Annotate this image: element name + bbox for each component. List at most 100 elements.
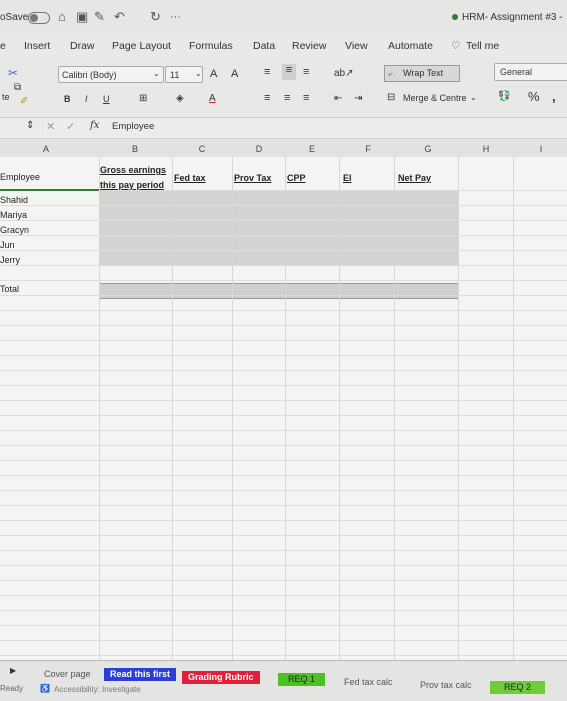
percent-button[interactable]: % xyxy=(528,89,540,104)
edit-icon[interactable]: ✎ xyxy=(94,9,105,25)
column-header-e[interactable]: E xyxy=(306,144,318,154)
row-gridline xyxy=(0,565,567,566)
column-gridline xyxy=(339,157,340,660)
row-gridline xyxy=(0,325,567,326)
employee-name[interactable]: Shahid xyxy=(0,195,28,205)
row-gridline xyxy=(0,520,567,521)
tab-view[interactable]: View xyxy=(345,40,368,52)
tab-formulas[interactable]: Formulas xyxy=(189,40,233,52)
fill-color-icon[interactable]: ◈ xyxy=(176,93,184,104)
employee-name[interactable]: Gracyn xyxy=(0,225,29,235)
tab-insert[interactable]: Insert xyxy=(24,40,50,52)
column-header-a[interactable]: A xyxy=(40,144,52,154)
column-header-f[interactable]: F xyxy=(362,144,374,154)
align-top-icon[interactable]: ≡ xyxy=(264,66,270,78)
row-gridline xyxy=(0,505,567,506)
tab-automate[interactable]: Automate xyxy=(388,40,433,52)
autosave-label: oSave xyxy=(0,12,29,23)
column-header-b[interactable]: B xyxy=(129,144,141,154)
employee-name[interactable]: Mariya xyxy=(0,210,27,220)
header-prov-tax: Prov Tax xyxy=(234,173,272,183)
align-center-icon[interactable]: ≡ xyxy=(284,92,290,104)
save-icon[interactable]: ▣ xyxy=(76,9,88,25)
column-header-c[interactable]: C xyxy=(196,144,208,154)
row-gridline xyxy=(0,640,567,641)
align-right-icon[interactable]: ≡ xyxy=(303,92,309,104)
row-gridline xyxy=(0,235,567,236)
grow-font-button[interactable]: A xyxy=(210,68,217,80)
tab-fed-tax-calc[interactable]: Fed tax calc xyxy=(338,676,399,689)
row-gridline xyxy=(0,445,567,446)
tab-review[interactable]: Review xyxy=(292,40,326,52)
fx-label: fx xyxy=(90,120,100,131)
total-label[interactable]: Total xyxy=(0,284,19,294)
header-gross-line1: Gross earnings xyxy=(100,165,167,175)
currency-icon[interactable]: 💱 xyxy=(498,91,510,102)
copy-icon[interactable]: ⧉ xyxy=(14,82,21,93)
scroll-tabs-icon[interactable]: ▶ xyxy=(10,666,16,675)
comma-button[interactable]: , xyxy=(552,89,556,104)
orientation-icon[interactable]: ab↗ xyxy=(334,68,354,79)
cancel-icon[interactable]: ✕ xyxy=(46,120,55,133)
column-header-g[interactable]: G xyxy=(422,144,434,154)
employee-name[interactable]: Jun xyxy=(0,240,15,250)
row-gridline xyxy=(0,625,567,626)
chevron-down-icon[interactable]: ⌄ xyxy=(470,93,477,102)
borders-icon[interactable]: ⊞ xyxy=(139,93,147,104)
header-fed-tax: Fed tax xyxy=(174,173,206,183)
tell-me-search[interactable]: Tell me xyxy=(466,40,499,52)
column-gridline xyxy=(513,157,514,660)
header-gross-line2: this pay period xyxy=(100,180,165,190)
tab-home[interactable]: e xyxy=(0,40,6,52)
formula-input[interactable]: Employee xyxy=(112,121,154,132)
autosave-toggle[interactable] xyxy=(28,12,50,24)
increase-indent-icon[interactable]: ⇥ xyxy=(354,93,362,104)
merge-centre-button[interactable]: Merge & Centre xyxy=(403,93,467,103)
name-box-stepper[interactable]: ⇕ xyxy=(26,120,34,131)
tab-prov-tax-calc[interactable]: Prov tax calc xyxy=(414,679,478,692)
align-left-icon[interactable]: ≡ xyxy=(264,92,270,104)
decrease-indent-icon[interactable]: ⇤ xyxy=(334,93,342,104)
column-gridline xyxy=(285,157,286,660)
tab-grading-rubric[interactable]: Grading Rubric xyxy=(182,671,260,684)
undo-icon[interactable]: ↶ xyxy=(114,9,125,25)
tab-draw[interactable]: Draw xyxy=(70,40,95,52)
header-employee: Employee xyxy=(0,172,41,182)
align-bottom-icon[interactable]: ≡ xyxy=(303,66,309,78)
row-gridline xyxy=(0,370,567,371)
header-net-pay: Net Pay xyxy=(398,173,432,183)
font-color-button[interactable]: A xyxy=(209,93,216,104)
redo-icon[interactable]: ↻ xyxy=(150,9,161,25)
tab-data[interactable]: Data xyxy=(253,40,275,52)
column-gridline xyxy=(394,157,395,660)
bold-button[interactable]: B xyxy=(64,94,71,104)
row-gridline xyxy=(0,280,567,281)
column-header-d[interactable]: D xyxy=(253,144,265,154)
tab-req-2[interactable]: REQ 2 xyxy=(490,681,546,694)
cut-icon[interactable]: ✂ xyxy=(8,66,18,80)
chevron-down-icon: ⌄ xyxy=(195,69,202,78)
employee-name[interactable]: Jerry xyxy=(0,255,20,265)
paste-label[interactable]: te xyxy=(2,92,10,102)
tab-read-this-first[interactable]: Read this first xyxy=(104,668,177,681)
tab-page-layout[interactable]: Page Layout xyxy=(112,40,171,52)
shrink-font-button[interactable]: A xyxy=(231,68,238,80)
align-middle-icon[interactable]: ≡ xyxy=(282,64,296,80)
tab-cover-page[interactable]: Cover page xyxy=(38,668,97,681)
column-header-i[interactable]: I xyxy=(535,144,547,154)
header-ei: EI xyxy=(343,173,352,183)
row-gridline xyxy=(0,475,567,476)
home-icon[interactable]: ⌂ xyxy=(58,9,66,24)
column-header-h[interactable]: H xyxy=(480,144,492,154)
accessibility-icon: ♿ xyxy=(40,684,50,693)
underline-button[interactable]: U xyxy=(103,94,110,104)
row-gridline xyxy=(0,655,567,656)
italic-button[interactable]: I xyxy=(85,94,88,104)
more-menu[interactable]: ··· xyxy=(170,11,181,23)
row-gridline xyxy=(0,310,567,311)
accessibility-status[interactable]: Accessibility: Investigate xyxy=(54,685,141,694)
confirm-icon[interactable]: ✓ xyxy=(66,120,75,133)
tab-req-1[interactable]: REQ 1 xyxy=(278,673,326,686)
format-painter-icon[interactable]: ✐ xyxy=(20,96,28,107)
column-gridline xyxy=(99,157,100,660)
